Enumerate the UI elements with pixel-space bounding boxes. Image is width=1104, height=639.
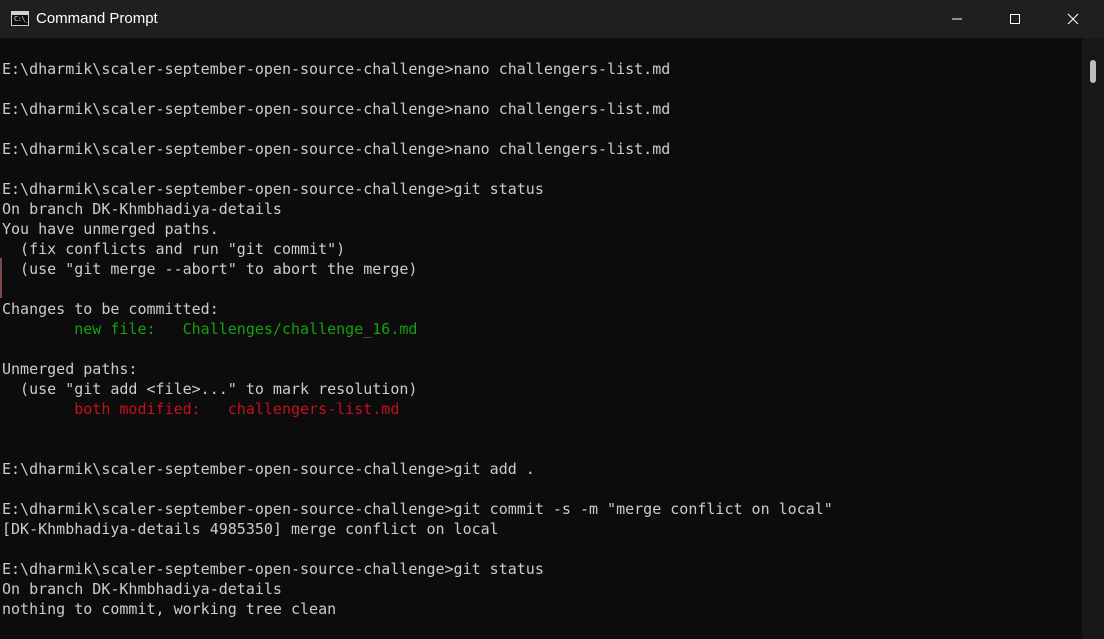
- terminal-line: On branch DK-Khmbhadiya-details: [2, 579, 833, 599]
- terminal-line: new file: Challenges/challenge_16.md: [2, 319, 833, 339]
- scrollbar-thumb[interactable]: [1090, 60, 1096, 83]
- terminal-line-text: E:\dharmik\scaler-september-open-source-…: [2, 140, 671, 158]
- terminal-line-text: (fix conflicts and run "git commit"): [2, 240, 346, 258]
- terminal-line: You have unmerged paths.: [2, 219, 833, 239]
- minimize-icon: [952, 18, 962, 20]
- terminal-line: E:\dharmik\scaler-september-open-source-…: [2, 139, 833, 159]
- close-icon: [1067, 13, 1079, 25]
- terminal-line: (use "git merge --abort" to abort the me…: [2, 259, 833, 279]
- terminal-line-text: E:\dharmik\scaler-september-open-source-…: [2, 180, 544, 198]
- terminal-line-text: E:\dharmik\scaler-september-open-source-…: [2, 100, 671, 118]
- terminal-lines: E:\dharmik\scaler-september-open-source-…: [2, 59, 833, 619]
- terminal-line-text: new file: Challenges/challenge_16.md: [74, 320, 418, 338]
- terminal-line-text: (use "git add <file>..." to mark resolut…: [2, 380, 418, 398]
- window-title: Command Prompt: [36, 10, 158, 27]
- terminal-line-text: E:\dharmik\scaler-september-open-source-…: [2, 560, 544, 578]
- window-edge-marker: [0, 258, 2, 298]
- terminal-line: E:\dharmik\scaler-september-open-source-…: [2, 99, 833, 119]
- terminal-line-text: nothing to commit, working tree clean: [2, 600, 337, 618]
- terminal-line: E:\dharmik\scaler-september-open-source-…: [2, 179, 833, 199]
- vertical-scrollbar[interactable]: [1082, 38, 1104, 639]
- terminal-line-text: [DK-Khmbhadiya-details 4985350] merge co…: [2, 520, 499, 538]
- terminal-line-text: E:\dharmik\scaler-september-open-source-…: [2, 500, 833, 518]
- maximize-button[interactable]: [986, 0, 1044, 38]
- terminal-line: (fix conflicts and run "git commit"): [2, 239, 833, 259]
- title-bar[interactable]: C:\_ Command Prompt: [0, 0, 1104, 38]
- terminal-line: [DK-Khmbhadiya-details 4985350] merge co…: [2, 519, 833, 539]
- terminal-line: nothing to commit, working tree clean: [2, 599, 833, 619]
- terminal-line-text: On branch DK-Khmbhadiya-details: [2, 200, 282, 218]
- terminal-output[interactable]: E:\dharmik\scaler-september-open-source-…: [0, 38, 1082, 639]
- terminal-line-text: E:\dharmik\scaler-september-open-source-…: [2, 460, 535, 478]
- terminal-line-text: Unmerged paths:: [2, 360, 138, 378]
- command-prompt-window: C:\_ Command Prompt E:\dharmik\scaler-se…: [0, 0, 1104, 639]
- terminal-line: both modified: challengers-list.md: [2, 399, 833, 419]
- terminal-line-text: both modified: challengers-list.md: [74, 400, 400, 418]
- terminal-line: E:\dharmik\scaler-september-open-source-…: [2, 459, 833, 479]
- terminal-line: (use "git add <file>..." to mark resolut…: [2, 379, 833, 399]
- minimize-button[interactable]: [928, 0, 986, 38]
- terminal-line-text: (use "git merge --abort" to abort the me…: [2, 260, 418, 278]
- terminal-line-text: Changes to be committed:: [2, 300, 219, 318]
- terminal-line-text: You have unmerged paths.: [2, 220, 219, 238]
- close-button[interactable]: [1044, 0, 1102, 38]
- terminal-line: E:\dharmik\scaler-september-open-source-…: [2, 59, 833, 79]
- terminal-line: Unmerged paths:: [2, 359, 833, 379]
- cmd-icon: C:\_: [11, 11, 29, 26]
- cmd-icon-text: C:\_: [14, 15, 29, 23]
- terminal-line: E:\dharmik\scaler-september-open-source-…: [2, 499, 833, 519]
- terminal-line: E:\dharmik\scaler-september-open-source-…: [2, 559, 833, 579]
- maximize-icon: [1010, 14, 1020, 24]
- terminal-line: On branch DK-Khmbhadiya-details: [2, 199, 833, 219]
- terminal-line-text: On branch DK-Khmbhadiya-details: [2, 580, 282, 598]
- terminal-line: Changes to be committed:: [2, 299, 833, 319]
- terminal-line-text: E:\dharmik\scaler-september-open-source-…: [2, 60, 671, 78]
